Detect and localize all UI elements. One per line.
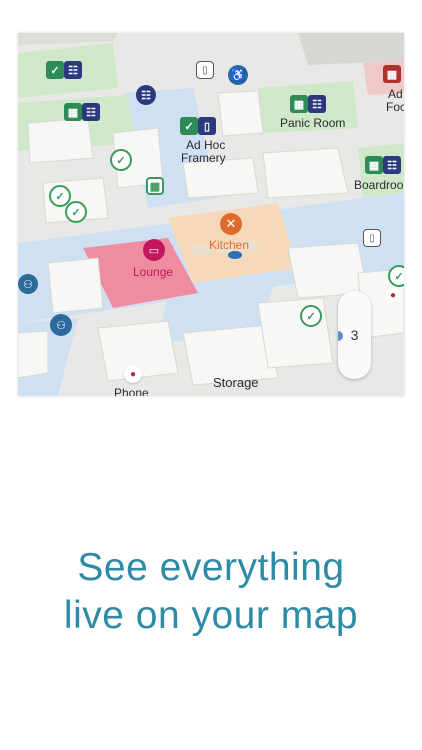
meeting-room-icon: ☷ [308, 95, 326, 113]
person-pin[interactable]: ● [386, 288, 400, 302]
room-label-storage: Storage [213, 375, 259, 390]
room-label-phone: Phone [114, 386, 149, 397]
booking-pin[interactable]: ▦ [383, 65, 401, 83]
door-icon: ▯ [198, 117, 216, 135]
meeting-room-pin[interactable]: ▦ ☷ [64, 103, 100, 121]
meeting-room-icon: ☷ [136, 85, 156, 105]
person-icon: ● [386, 288, 400, 302]
boardroom-pin[interactable]: ▦ ☷ [365, 156, 401, 174]
restroom-pin[interactable]: ⚇ [50, 314, 72, 336]
meeting-room-icon: ☷ [383, 156, 401, 174]
calendar-icon: ▦ [383, 65, 401, 83]
check-icon: ✓ [65, 201, 87, 223]
person-icon: ● [124, 365, 142, 383]
tagline: See everything live on your map [0, 544, 422, 640]
door-pin[interactable]: ▯ [196, 61, 214, 79]
meeting-room-icon: ☷ [64, 61, 82, 79]
available-pin[interactable]: ✓ [300, 305, 322, 327]
restroom-icon: ⚇ [18, 274, 38, 294]
check-icon: ✓ [180, 117, 198, 135]
door-icon: ▯ [363, 229, 381, 247]
panic-room-pin[interactable]: ▦ ☷ [290, 95, 326, 113]
restroom-icon: ⚇ [50, 314, 72, 336]
meeting-room-pin[interactable]: ☷ [136, 85, 156, 105]
room-label-boardroom: Boardroo [354, 178, 404, 192]
check-icon: ✓ [388, 265, 404, 287]
calendar-icon: ▦ [146, 177, 164, 195]
available-pin[interactable]: ✓ [388, 265, 404, 287]
level-indicator [338, 331, 343, 341]
room-label-framery: Framery [181, 151, 226, 165]
restroom-pin[interactable]: ⚇ [18, 274, 38, 294]
floor-level-selector[interactable]: 3 [338, 291, 371, 379]
room-label-lounge: Lounge [133, 265, 174, 279]
door-icon: ▯ [196, 61, 214, 79]
check-icon: ✓ [110, 149, 132, 171]
booking-pin[interactable]: ▦ [146, 177, 164, 195]
accessible-pin[interactable]: ♿ [228, 65, 248, 85]
location-dot-icon [228, 251, 242, 259]
kitchen-icon: ✕ [220, 213, 242, 235]
check-icon: ✓ [300, 305, 322, 327]
calendar-icon: ▦ [365, 156, 383, 174]
lounge-tv-icon: ▭ [143, 239, 165, 261]
floor-level-number: 3 [350, 327, 359, 343]
phone-pin[interactable]: ● [124, 365, 142, 383]
room-label-panic-room: Panic Room [280, 116, 346, 130]
meeting-room-icon: ☷ [82, 103, 100, 121]
room-label-adhoc-partial-2: Foc [386, 100, 404, 114]
wheelchair-icon: ♿ [228, 65, 248, 85]
tagline-line-1: See everything [77, 546, 345, 589]
kitchen-pin[interactable]: ✕ [220, 213, 242, 235]
room-label-kitchen: Kitchen [209, 238, 250, 252]
user-location-dot [228, 251, 242, 259]
meeting-room-pin[interactable]: ✓ ☷ [46, 61, 82, 79]
floor-map[interactable]: ✓ ☷ ☷ ▯ ♿ ▦ ▦ ☷ ✓ ▯ ▦ ☷ ▦ ☷ ✓ ▦ ✓ ✓ ✕ ▯ [18, 33, 404, 396]
available-pin[interactable]: ✓ [65, 201, 87, 223]
ad-hoc-framery-pin[interactable]: ✓ ▯ [180, 117, 216, 135]
tagline-line-2: live on your map [63, 594, 359, 637]
calendar-icon: ▦ [290, 95, 308, 113]
door-pin[interactable]: ▯ [363, 229, 381, 247]
lounge-pin[interactable]: ▭ [143, 239, 165, 261]
available-pin[interactable]: ✓ [110, 149, 132, 171]
check-icon: ✓ [46, 61, 64, 79]
calendar-icon: ▦ [64, 103, 82, 121]
